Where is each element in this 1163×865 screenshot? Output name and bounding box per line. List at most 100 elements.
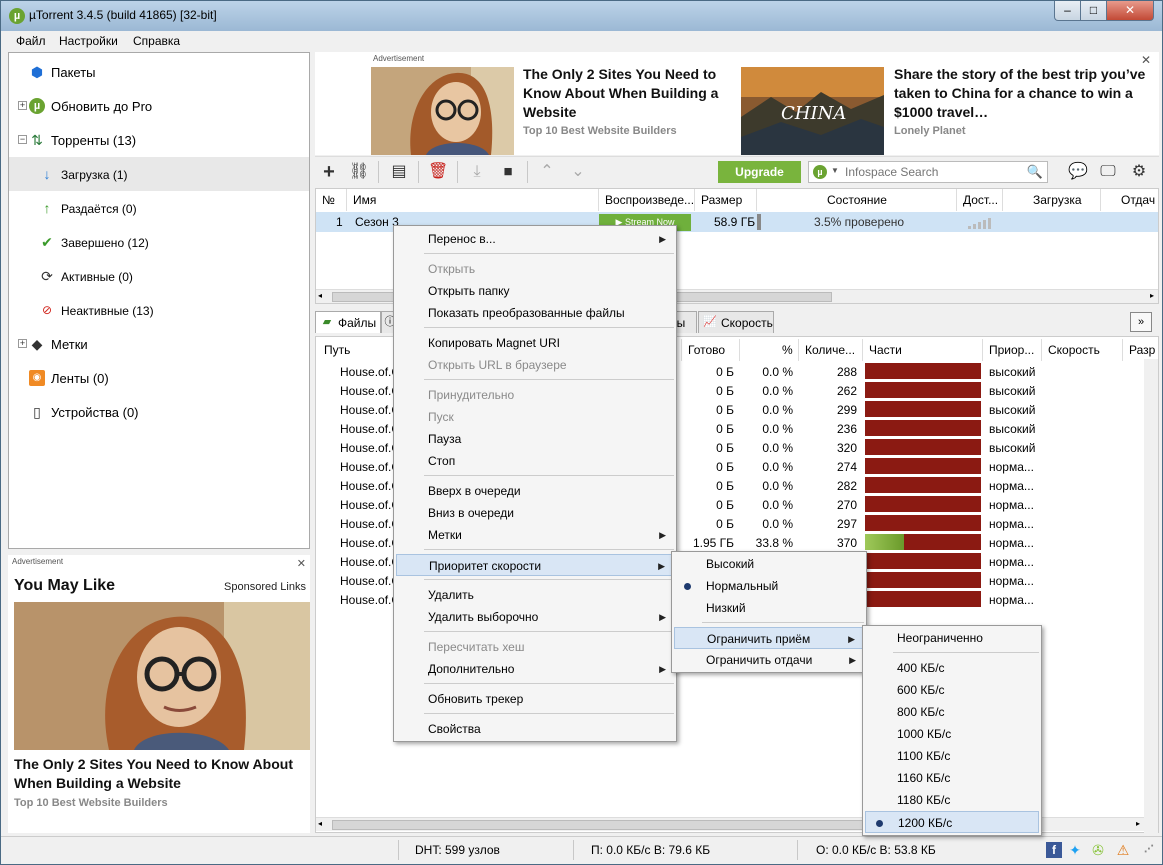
scroll-right-icon[interactable]: ▸: [1136, 819, 1140, 828]
column-status[interactable]: Состояние: [757, 189, 957, 211]
search-input[interactable]: [845, 164, 1015, 180]
menu-help[interactable]: Справка: [133, 34, 180, 48]
limit-menu-item[interactable]: 1180 КБ/с: [865, 789, 1039, 811]
collapse-details-button[interactable]: »: [1130, 312, 1152, 332]
limit-menu-item[interactable]: 1200 КБ/с: [865, 811, 1039, 833]
limit-menu-item[interactable]: 1160 КБ/с: [865, 767, 1039, 789]
left-advertisement[interactable]: Advertisement ✕ You May Like Sponsored L…: [8, 555, 310, 833]
limit-menu-item[interactable]: 400 КБ/с: [865, 657, 1039, 679]
ad2-source[interactable]: Lonely Planet: [894, 125, 966, 137]
menu-file[interactable]: Файл: [16, 34, 46, 48]
search-provider-icon[interactable]: µ: [813, 165, 827, 179]
sidebar-item-torrents[interactable]: − ⇅ Торренты (13): [9, 123, 309, 157]
ad-photo-china[interactable]: CHINA: [741, 67, 884, 155]
sidebar-item-completed[interactable]: ✔ Завершено (12): [9, 225, 309, 259]
limit-menu-item[interactable]: Неограниченно: [865, 627, 1039, 649]
priority-menu-item[interactable]: Ограничить отдачи ▶: [674, 649, 864, 671]
stop-icon[interactable]: ■: [498, 162, 518, 182]
column-playback[interactable]: Воспроизведе...: [599, 189, 695, 211]
column-done[interactable]: Готово: [682, 339, 740, 361]
upload-status[interactable]: О: 0.0 КБ/с В: 53.8 КБ: [816, 843, 936, 857]
scroll-left-icon[interactable]: ◂: [318, 291, 322, 300]
search-icon[interactable]: 🔍: [1027, 164, 1043, 180]
menu-settings[interactable]: Настройки: [59, 34, 118, 48]
context-menu-item[interactable]: Стоп: [396, 450, 674, 472]
tab-speed[interactable]: 📈 Скорость: [698, 311, 774, 333]
warning-icon[interactable]: ⚠: [1115, 842, 1131, 858]
limit-menu-item[interactable]: 1100 КБ/с: [865, 745, 1039, 767]
sidebar-item-feeds[interactable]: ◉ Ленты (0): [9, 361, 309, 395]
sidebar-item-inactive[interactable]: ⊘ Неактивные (13): [9, 293, 309, 327]
ad-close-icon[interactable]: ✕: [297, 557, 306, 570]
context-menu-item[interactable]: Перенос в... ▶: [396, 228, 674, 250]
twitter-icon[interactable]: ✦: [1067, 842, 1083, 858]
ad-photo-website[interactable]: [371, 67, 514, 155]
priority-menu-item[interactable]: Низкий: [674, 597, 864, 619]
ad-source[interactable]: Top 10 Best Website Builders: [14, 797, 168, 809]
column-name[interactable]: Имя: [347, 189, 599, 211]
context-menu-item[interactable]: Свойства: [396, 718, 674, 740]
delete-trash-icon[interactable]: 🗑: [428, 162, 448, 182]
context-menu-item[interactable]: Приоритет скорости ▶: [396, 554, 674, 576]
column-number[interactable]: №: [316, 189, 347, 211]
context-menu-item[interactable]: Вверх в очереди: [396, 480, 674, 502]
collapse-icon[interactable]: −: [18, 135, 27, 144]
column-size[interactable]: Размер: [695, 189, 757, 211]
column-upload-speed[interactable]: Отдач: [1101, 189, 1158, 211]
scrollbar-thumb[interactable]: [332, 820, 922, 830]
column-priority[interactable]: Приор...: [983, 339, 1042, 361]
limit-menu-item[interactable]: 1000 КБ/с: [865, 723, 1039, 745]
ad-headline[interactable]: The Only 2 Sites You Need to Know About …: [14, 755, 310, 793]
sidebar-item-labels[interactable]: + ◆ Метки: [9, 327, 309, 361]
minimize-button[interactable]: –: [1054, 1, 1081, 21]
column-resolution[interactable]: Разр: [1123, 339, 1158, 361]
priority-menu-item[interactable]: Нормальный: [674, 575, 864, 597]
column-speed[interactable]: Скорость: [1042, 339, 1123, 361]
move-down-chevron-icon[interactable]: ⌄: [568, 162, 588, 182]
sidebar-item-bundles[interactable]: ⬢ Пакеты: [9, 55, 309, 89]
context-menu-item[interactable]: Метки ▶: [396, 524, 674, 546]
context-menu-item[interactable]: Удалить выборочно ▶: [396, 606, 674, 628]
android-icon[interactable]: ✇: [1090, 842, 1106, 858]
create-torrent-icon[interactable]: ▤: [389, 162, 409, 182]
resize-grip-icon[interactable]: ⋰: [1141, 842, 1157, 858]
files-vertical-scrollbar[interactable]: [1144, 359, 1158, 833]
limit-menu-item[interactable]: 800 КБ/с: [865, 701, 1039, 723]
limit-menu-item[interactable]: 600 КБ/с: [865, 679, 1039, 701]
sponsored-links[interactable]: Sponsored Links: [224, 581, 306, 593]
ad1-source[interactable]: Top 10 Best Website Builders: [523, 125, 677, 137]
sidebar-item-active[interactable]: ⟳ Активные (0): [9, 259, 309, 293]
download-status[interactable]: П: 0.0 КБ/с В: 79.6 КБ: [591, 843, 710, 857]
facebook-icon[interactable]: f: [1046, 842, 1062, 858]
context-menu-item[interactable]: Обновить трекер: [396, 688, 674, 710]
context-menu-item[interactable]: Вниз в очереди: [396, 502, 674, 524]
priority-menu-item[interactable]: Высокий: [674, 553, 864, 575]
start-download-icon[interactable]: ⤓: [467, 162, 487, 182]
context-menu-item[interactable]: Показать преобразованные файлы: [396, 302, 674, 324]
context-menu-item[interactable]: Дополнительно ▶: [396, 658, 674, 680]
column-percent[interactable]: %: [740, 339, 799, 361]
context-menu-item[interactable]: Пауза: [396, 428, 674, 450]
ad1-headline[interactable]: The Only 2 Sites You Need to Know About …: [523, 65, 733, 122]
context-menu-item[interactable]: Открыть папку: [396, 280, 674, 302]
column-download-speed[interactable]: Загрузка: [1003, 189, 1101, 211]
context-menu-item[interactable]: Удалить: [396, 584, 674, 606]
sidebar-item-seeding[interactable]: ↑ Раздаётся (0): [9, 191, 309, 225]
add-url-link-icon[interactable]: ⛓: [349, 162, 369, 182]
tab-files[interactable]: ▰ Файлы: [315, 311, 381, 333]
expand-icon[interactable]: +: [18, 339, 27, 348]
sidebar-item-downloading[interactable]: ↓ Загрузка (1): [9, 157, 309, 191]
scroll-right-icon[interactable]: ▸: [1150, 291, 1154, 300]
ad-photo[interactable]: [14, 602, 310, 750]
sidebar-item-upgrade-pro[interactable]: + µ Обновить до Pro: [9, 89, 309, 123]
search-box[interactable]: µ ▼ 🔍: [808, 161, 1048, 183]
chat-icon[interactable]: 💬: [1068, 162, 1088, 182]
scroll-left-icon[interactable]: ◂: [318, 819, 322, 828]
gear-icon[interactable]: ⚙: [1129, 162, 1149, 182]
upgrade-button[interactable]: Upgrade: [718, 161, 801, 183]
expand-icon[interactable]: +: [18, 101, 27, 110]
ad2-headline[interactable]: Share the story of the best trip you’ve …: [894, 65, 1156, 122]
add-torrent-icon[interactable]: +: [319, 162, 339, 182]
remote-monitor-icon[interactable]: 🖵: [1098, 162, 1118, 182]
column-pieces-count[interactable]: Количе...: [799, 339, 863, 361]
